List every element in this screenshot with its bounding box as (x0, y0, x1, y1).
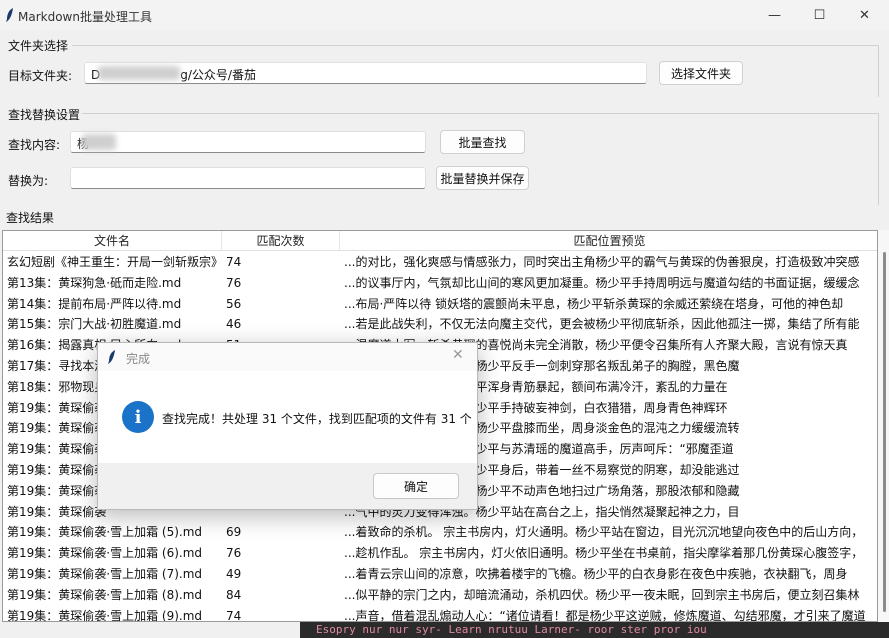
vertical-scrollbar[interactable] (878, 230, 889, 622)
find-replace-section-label: 查找替换设置 (8, 108, 81, 122)
feather-app-icon (108, 350, 115, 364)
completion-dialog: 完成 ✕ i 查找完成！共处理 31 个文件，找到匹配项的文件有 31 个 确定 (97, 342, 478, 510)
cell-preview: ...声音，借着混乱煽动人心：“诸位请看！都是杨少平这逆贼，修炼魔道、勾结邪魔，… (344, 608, 866, 622)
table-row[interactable]: 第19集：黄琛偷袭·雪上加霜 (6).md 76 ...趁机作乱。 宗主书房内，灯火… (3, 543, 877, 564)
find-label: 查找内容: (8, 138, 61, 152)
dialog-message: 查找完成！共处理 31 个文件，找到匹配项的文件有 31 个 (162, 412, 472, 426)
redacted-path (98, 66, 180, 80)
dialog-close-button[interactable]: ✕ (452, 347, 464, 363)
table-header: 文件名 匹配次数 匹配位置预览 (3, 231, 877, 251)
feather-app-icon (6, 8, 13, 22)
cell-filename: 第19集：黄琛偷袭·雪上加霜 (5).md (7, 525, 203, 540)
dialog-title-bar: 完成 ✕ (98, 343, 477, 371)
table-row[interactable]: 第13集：黄琛狗急·砥而走险.md 76 ...的议事厅内，气氛却比山间的寒风更加凝… (3, 273, 877, 294)
ok-button[interactable]: 确定 (373, 473, 459, 499)
cell-filename: 第19集：黄琛偷袭·雪上加霜 (7).md (7, 567, 203, 581)
replace-input[interactable] (70, 167, 426, 189)
cell-preview: ...的对比，强化爽感与情感张力，同时突出主角杨少平的霸气与黄琛的伪善狠戾，打造… (344, 255, 860, 269)
column-header-match-count[interactable]: 匹配次数 (222, 231, 340, 251)
find-input[interactable]: 杨 (70, 131, 426, 153)
batch-find-button[interactable]: 批量查找 (440, 130, 525, 154)
cell-filename: 第13集：黄琛狗急·砥而走险.md (7, 275, 182, 290)
cell-filename: 玄幻短剧《神王重生：开局一剑斩叛宗》 (7, 255, 220, 269)
cell-filename: 第19集：黄琛偷袭·雪上加霜 (9).md (7, 608, 203, 622)
table-row[interactable]: 第19集：黄琛偷袭·雪上加霜 (7).md 49 ...着青云宗山间的凉意，吹拂着楼… (3, 564, 877, 585)
dialog-footer: 确定 (98, 463, 477, 509)
cell-filename: 第14集：提前布局·严阵以待.md (7, 296, 182, 311)
cell-filename: 第19集：黄琛偷袭·雪上加霜 (8).md (7, 587, 203, 602)
cell-preview: ...着致命的杀机。 宗主书房内，灯火通明。杨少平站在窗边，目光沉沉地望向夜色中… (344, 525, 864, 540)
cell-preview: ...着青云宗山间的凉意，吹拂着楼宇的飞檐。杨少平的白衣身影在夜色中疾驰，衣袂翻… (344, 567, 848, 581)
cell-match-count: 69 (226, 525, 242, 540)
cell-preview: ...似平静的宗门之内，却暗流涌动，杀机四伏。杨少平一夜未眠，回到宗主书房后，便… (344, 587, 860, 602)
redacted-find-text (82, 134, 116, 150)
batch-replace-save-button[interactable]: 批量替换并保存 (436, 166, 529, 190)
target-folder-label: 目标文件夹: (8, 69, 73, 83)
cell-match-count: 74 (226, 255, 242, 269)
select-folder-button[interactable]: 选择文件夹 (659, 61, 743, 85)
group-border (82, 113, 878, 114)
group-border (72, 45, 878, 46)
window-title: Markdown批量处理工具 (18, 10, 152, 24)
cell-match-count: 76 (226, 546, 242, 561)
cell-preview: ...布局·严阵以待 锁妖塔的震颤尚未平息，杨少平斩杀黄琛的余威还萦绕在塔身，可… (344, 296, 844, 311)
cell-match-count: 74 (226, 608, 242, 622)
table-row[interactable]: 玄幻短剧《神王重生：开局一剑斩叛宗》 74 ...的对比，强化爽感与情感张力，同时突… (3, 252, 877, 273)
minimize-button[interactable]: — (752, 0, 797, 30)
info-icon: i (122, 401, 154, 433)
column-header-filename[interactable]: 文件名 (3, 231, 222, 251)
table-row[interactable]: 第19集：黄琛偷袭·雪上加霜 (5).md 69 ...着致命的杀机。 宗主书房内，… (3, 522, 877, 543)
cell-match-count: 84 (226, 587, 242, 602)
table-row[interactable]: 第15集：宗门大战·初胜魔道.md 46 ...若是此战失利，不仅无法向魔主交代，更… (3, 314, 877, 335)
group-border (878, 45, 879, 97)
cell-preview: ...趁机作乱。 宗主书房内，灯火依旧通明。杨少平坐在书桌前，指尖摩挲着那几份黄… (344, 546, 864, 561)
background-text: Esopry nur nur syr- Learn nrutuu Larner-… (316, 623, 707, 636)
cell-preview: ...若是此战失利，不仅无法向魔主交代，更会被杨少平彻底斩杀，因此他孤注一掷，集… (344, 317, 860, 332)
group-border (878, 113, 879, 205)
title-bar: Markdown批量处理工具 — ☐ ✕ (0, 0, 889, 30)
table-row[interactable]: 第19集：黄琛偷袭·雪上加霜 (8).md 84 ...似平静的宗门之内，却暗流涌动… (3, 585, 877, 606)
cell-preview: ...的议事厅内，气氛却比山间的寒风更加凝重。杨少平手持周明远与魔道勾结的书面证… (344, 275, 860, 290)
cell-match-count: 76 (226, 275, 242, 290)
table-row[interactable]: 第19集：黄琛偷袭·雪上加霜 (9).md 74 ...声音，借着混乱煽动人心：“诸… (3, 606, 877, 622)
background-window-strip: Esopry nur nur syr- Learn nrutuu Larner-… (300, 622, 889, 638)
results-section-label: 查找结果 (6, 211, 55, 225)
close-button[interactable]: ✕ (842, 0, 887, 30)
dialog-body: i 查找完成！共处理 31 个文件，找到匹配项的文件有 31 个 (98, 371, 477, 463)
cell-match-count: 49 (226, 567, 242, 581)
maximize-button[interactable]: ☐ (797, 0, 842, 30)
cell-filename: 第15集：宗门大战·初胜魔道.md (7, 317, 182, 332)
cell-match-count: 56 (226, 296, 242, 311)
replace-label: 替换为: (8, 174, 49, 188)
scrollbar-thumb[interactable] (883, 252, 886, 612)
folder-path-suffix: g/公众号/番茄 (180, 68, 256, 82)
dialog-title: 完成 (126, 352, 151, 366)
cell-filename: 第19集：黄琛偷袭·雪上加霜 (6).md (7, 546, 203, 561)
folder-section-label: 文件夹选择 (8, 39, 69, 53)
column-header-preview[interactable]: 匹配位置预览 (340, 231, 877, 251)
cell-match-count: 46 (226, 317, 242, 332)
table-row[interactable]: 第14集：提前布局·严阵以待.md 56 ...布局·严阵以待 锁妖塔的震颤尚未平息… (3, 294, 877, 315)
